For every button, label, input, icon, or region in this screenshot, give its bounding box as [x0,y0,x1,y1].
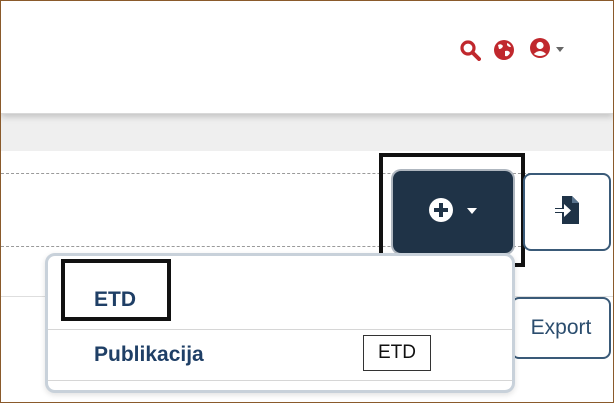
etd-item-highlight [61,259,171,321]
hover-tooltip: ETD [363,335,431,371]
import-button[interactable] [523,173,611,251]
search-icon[interactable] [459,39,483,61]
subheader-band [1,113,613,151]
caret-down-icon [555,41,565,59]
export-button[interactable]: Export [511,297,611,359]
top-header [1,1,613,114]
user-icon [529,37,551,64]
globe-icon[interactable] [493,39,517,61]
app-frame: Export ETD Publikacija ETD [0,0,614,403]
dropdown-item-publikacija[interactable]: Publikacija [48,329,512,381]
user-menu[interactable] [529,37,571,64]
add-button-highlight [379,153,525,267]
file-import-icon [554,195,580,230]
